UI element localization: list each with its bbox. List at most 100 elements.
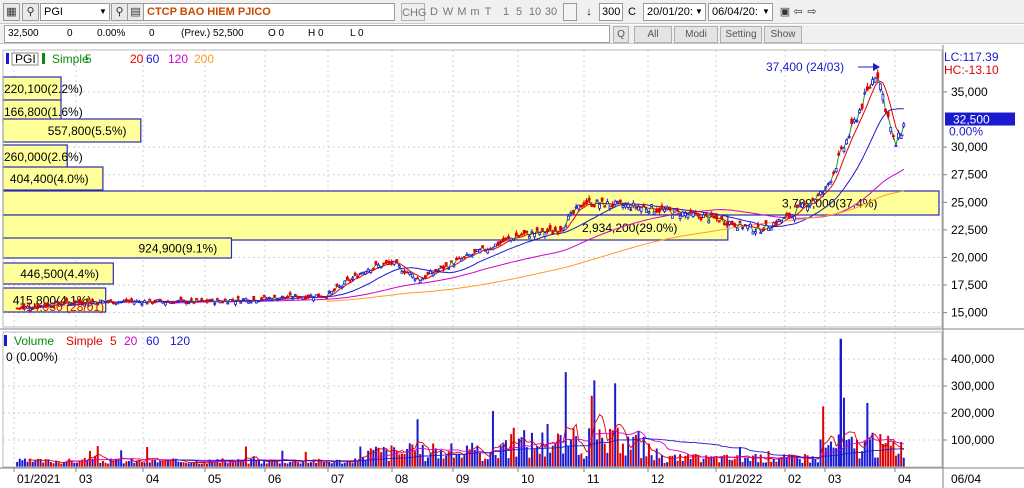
period-tick[interactable]: T [483,3,493,21]
period-1[interactable]: 1 [501,3,511,21]
compare-icon[interactable]: ▤ [127,3,144,21]
period-m[interactable]: M [456,3,468,21]
candle-body [598,203,601,209]
candle-body [696,214,700,217]
volume-bar [312,460,315,467]
volume-bar [676,460,679,467]
price-legend-item: 5 [85,52,92,66]
volume-profile-label: 557,800(5.5%) [48,124,127,138]
arrow-left-icon[interactable]: ⇦ [792,3,804,21]
candle-body [171,301,175,304]
volume-bar [99,462,102,467]
volume-bar [455,454,458,467]
candle-body [475,249,479,253]
candle-body [839,146,843,149]
candle-body [663,208,666,212]
candle-body [759,232,763,234]
volume-bar [580,453,583,467]
all-button[interactable]: All [634,26,672,43]
q-button[interactable]: Q [613,26,629,43]
period-5[interactable]: 5 [514,3,524,21]
volume-bar [816,462,819,467]
search-icon[interactable]: ⚲ [22,3,39,21]
zoom-icon[interactable]: ⚲ [111,3,128,21]
volume-bar [858,458,861,467]
volume-bar [23,458,26,467]
save-icon[interactable]: ▣ [779,3,791,21]
volume-bar [624,455,627,467]
volume-bar [520,437,523,467]
chevron-down-icon[interactable]: ▼ [693,4,705,20]
period-d[interactable]: D [429,3,439,21]
volume-bar [673,454,676,467]
chart-svg[interactable]: 220,100(2.2%) 166,800(1.6%) 557,800(5.5%) 2… [0,45,1024,488]
volume-bar [731,460,734,467]
volume-bar [255,459,258,467]
volume-bar [728,459,731,467]
candle-body [202,300,206,303]
date-to-input[interactable]: 06/04/20: ▼ [708,3,773,21]
chevron-down-icon[interactable]: ▼ [97,4,109,20]
volume-legend-item: 20 [124,334,138,348]
candle-body [483,249,487,252]
legend-marker [42,53,45,64]
candle-body [886,111,890,118]
quote-volume: 0 [149,28,155,39]
chart-type-icon[interactable]: ▦ [3,3,20,21]
volume-bar [536,446,539,467]
chevron-down-icon[interactable]: ▼ [760,4,772,20]
arrow-down-icon[interactable]: ↓ [582,3,596,21]
volume-bar [585,456,588,467]
candle-body [169,301,172,304]
volume-bar [374,446,377,467]
volume-bar [754,453,757,467]
candle-body [130,298,133,302]
candle-body [709,212,713,215]
volume-bar [481,460,484,467]
c-button[interactable]: C [626,3,638,21]
candle-body [858,109,861,114]
date-tick-label: 03 [79,472,93,486]
modi-button[interactable]: Modi [674,26,718,43]
period-w[interactable]: W [442,3,454,21]
candle-body [455,257,458,261]
volume-bar [853,448,856,467]
volume-tick-label: 200,000 [951,406,995,420]
volume-bar [533,448,536,467]
chg-button[interactable]: CHG [401,3,426,21]
candle-body [819,191,822,196]
bars-count-input[interactable]: 300 [599,3,623,21]
candle-body [889,127,893,132]
period-30[interactable]: 30 [544,3,558,21]
volume-bar [177,461,180,467]
date-from-input[interactable]: 20/01/20: ▼ [643,3,706,21]
setting-button[interactable]: Setting [720,26,762,43]
candle-body [894,145,898,147]
blank-button[interactable] [563,3,577,21]
volume-bar [127,460,130,467]
candle-body [785,213,789,216]
volume-bar [143,462,146,467]
candle-body [439,265,443,268]
candle-body [738,220,742,223]
volume-bar [642,436,645,467]
chart-area[interactable]: 220,100(2.2%) 166,800(1.6%) 557,800(5.5%) 2… [0,45,1024,488]
candle-body [891,135,895,138]
arrow-right-icon[interactable]: ⇨ [806,3,818,21]
show-button[interactable]: Show [764,26,802,43]
volume-profile-label: 260,000(2.6%) [4,150,83,164]
symbol-input[interactable]: PGI ▼ [40,3,110,21]
candle-body [473,248,477,253]
volume-bar [543,456,546,467]
candle-body [808,203,812,206]
candle-body [127,300,131,303]
candle-body [200,298,204,301]
volume-bar [809,462,812,467]
period-minute[interactable]: m [470,3,480,21]
volume-bar [619,453,622,467]
candle-body [395,259,399,264]
candle-body [754,231,757,234]
volume-bar [741,461,744,467]
period-10[interactable]: 10 [528,3,542,21]
candle-body [478,249,482,254]
